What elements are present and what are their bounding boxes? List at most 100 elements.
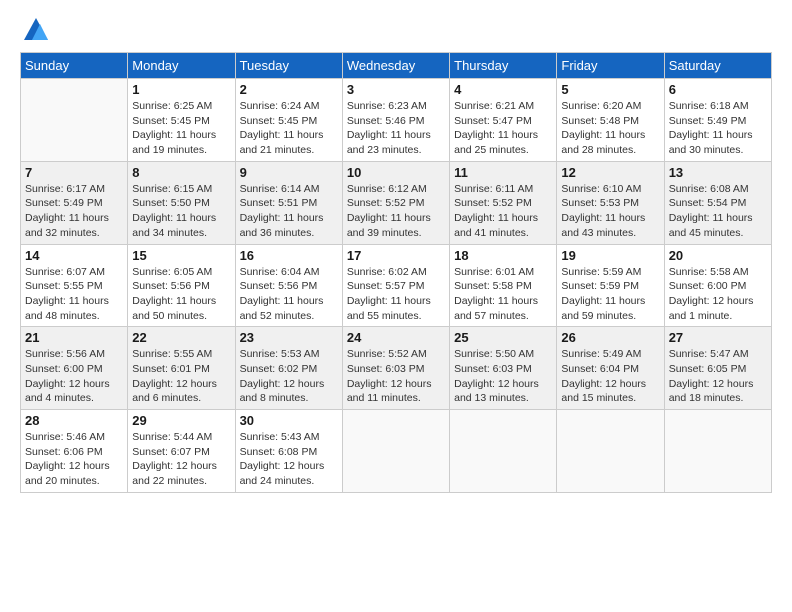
calendar-cell: 14 Sunrise: 6:07 AMSunset: 5:55 PMDayligh… — [21, 244, 128, 327]
day-info: Sunrise: 6:21 AMSunset: 5:47 PMDaylight:… — [454, 99, 552, 158]
logo — [20, 16, 50, 44]
day-number: 11 — [454, 165, 552, 180]
day-info: Sunrise: 6:18 AMSunset: 5:49 PMDaylight:… — [669, 99, 767, 158]
calendar-cell: 12 Sunrise: 6:10 AMSunset: 5:53 PMDayligh… — [557, 161, 664, 244]
calendar-cell — [450, 410, 557, 493]
day-number: 2 — [240, 82, 338, 97]
calendar-cell: 11 Sunrise: 6:11 AMSunset: 5:52 PMDayligh… — [450, 161, 557, 244]
weekday-header: Sunday — [21, 53, 128, 79]
calendar-week-row: 21 Sunrise: 5:56 AMSunset: 6:00 PMDayligh… — [21, 327, 772, 410]
day-info: Sunrise: 5:46 AMSunset: 6:06 PMDaylight:… — [25, 430, 123, 489]
weekday-header: Wednesday — [342, 53, 449, 79]
day-number: 17 — [347, 248, 445, 263]
day-info: Sunrise: 5:52 AMSunset: 6:03 PMDaylight:… — [347, 347, 445, 406]
day-number: 9 — [240, 165, 338, 180]
calendar-cell: 23 Sunrise: 5:53 AMSunset: 6:02 PMDayligh… — [235, 327, 342, 410]
day-info: Sunrise: 6:24 AMSunset: 5:45 PMDaylight:… — [240, 99, 338, 158]
calendar-cell: 21 Sunrise: 5:56 AMSunset: 6:00 PMDayligh… — [21, 327, 128, 410]
day-info: Sunrise: 6:01 AMSunset: 5:58 PMDaylight:… — [454, 265, 552, 324]
calendar-week-row: 7 Sunrise: 6:17 AMSunset: 5:49 PMDaylight… — [21, 161, 772, 244]
day-info: Sunrise: 6:12 AMSunset: 5:52 PMDaylight:… — [347, 182, 445, 241]
day-info: Sunrise: 6:05 AMSunset: 5:56 PMDaylight:… — [132, 265, 230, 324]
calendar-cell: 19Sunrise: 5:59 AMSunset: 5:59 PMDayligh… — [557, 244, 664, 327]
calendar-cell: 17 Sunrise: 6:02 AMSunset: 5:57 PMDayligh… — [342, 244, 449, 327]
weekday-header: Saturday — [664, 53, 771, 79]
day-number: 25 — [454, 330, 552, 345]
calendar-week-row: 28 Sunrise: 5:46 AMSunset: 6:06 PMDayligh… — [21, 410, 772, 493]
day-number: 26 — [561, 330, 659, 345]
day-number: 4 — [454, 82, 552, 97]
day-number: 14 — [25, 248, 123, 263]
calendar-cell: 18 Sunrise: 6:01 AMSunset: 5:58 PMDayligh… — [450, 244, 557, 327]
day-number: 23 — [240, 330, 338, 345]
calendar-cell: 24 Sunrise: 5:52 AMSunset: 6:03 PMDayligh… — [342, 327, 449, 410]
day-info: Sunrise: 5:43 AMSunset: 6:08 PMDaylight:… — [240, 430, 338, 489]
calendar-cell: 2 Sunrise: 6:24 AMSunset: 5:45 PMDaylight… — [235, 79, 342, 162]
calendar-cell: 20Sunrise: 5:58 AMSunset: 6:00 PMDayligh… — [664, 244, 771, 327]
day-number: 12 — [561, 165, 659, 180]
day-info: Sunrise: 6:25 AMSunset: 5:45 PMDaylight:… — [132, 99, 230, 158]
day-info: Sunrise: 5:44 AMSunset: 6:07 PMDaylight:… — [132, 430, 230, 489]
day-number: 16 — [240, 248, 338, 263]
day-info: Sunrise: 5:53 AMSunset: 6:02 PMDaylight:… — [240, 347, 338, 406]
logo-icon — [22, 16, 50, 44]
day-info: Sunrise: 6:08 AMSunset: 5:54 PMDaylight:… — [669, 182, 767, 241]
day-number: 10 — [347, 165, 445, 180]
calendar-cell — [557, 410, 664, 493]
day-info: Sunrise: 6:11 AMSunset: 5:52 PMDaylight:… — [454, 182, 552, 241]
day-number: 27 — [669, 330, 767, 345]
page: SundayMondayTuesdayWednesdayThursdayFrid… — [0, 0, 792, 503]
day-number: 18 — [454, 248, 552, 263]
day-number: 30 — [240, 413, 338, 428]
day-info: Sunrise: 6:10 AMSunset: 5:53 PMDaylight:… — [561, 182, 659, 241]
calendar-week-row: 14 Sunrise: 6:07 AMSunset: 5:55 PMDayligh… — [21, 244, 772, 327]
calendar-cell: 1 Sunrise: 6:25 AMSunset: 5:45 PMDaylight… — [128, 79, 235, 162]
day-info: Sunrise: 5:55 AMSunset: 6:01 PMDaylight:… — [132, 347, 230, 406]
calendar-cell: 16 Sunrise: 6:04 AMSunset: 5:56 PMDayligh… — [235, 244, 342, 327]
day-info: Sunrise: 5:50 AMSunset: 6:03 PMDaylight:… — [454, 347, 552, 406]
calendar-body: 1 Sunrise: 6:25 AMSunset: 5:45 PMDaylight… — [21, 79, 772, 493]
calendar-cell: 8 Sunrise: 6:15 AMSunset: 5:50 PMDaylight… — [128, 161, 235, 244]
calendar-cell: 6 Sunrise: 6:18 AMSunset: 5:49 PMDaylight… — [664, 79, 771, 162]
calendar-cell: 7 Sunrise: 6:17 AMSunset: 5:49 PMDaylight… — [21, 161, 128, 244]
day-info: Sunrise: 6:04 AMSunset: 5:56 PMDaylight:… — [240, 265, 338, 324]
header-row: SundayMondayTuesdayWednesdayThursdayFrid… — [21, 53, 772, 79]
day-info: Sunrise: 6:14 AMSunset: 5:51 PMDaylight:… — [240, 182, 338, 241]
day-number: 1 — [132, 82, 230, 97]
weekday-header: Thursday — [450, 53, 557, 79]
calendar-cell: 22 Sunrise: 5:55 AMSunset: 6:01 PMDayligh… — [128, 327, 235, 410]
day-info: Sunrise: 6:17 AMSunset: 5:49 PMDaylight:… — [25, 182, 123, 241]
day-number: 28 — [25, 413, 123, 428]
day-number: 24 — [347, 330, 445, 345]
weekday-header: Monday — [128, 53, 235, 79]
calendar-cell: 10 Sunrise: 6:12 AMSunset: 5:52 PMDayligh… — [342, 161, 449, 244]
header-area — [20, 16, 772, 44]
day-info: Sunrise: 6:02 AMSunset: 5:57 PMDaylight:… — [347, 265, 445, 324]
day-info: Sunrise: 6:07 AMSunset: 5:55 PMDaylight:… — [25, 265, 123, 324]
calendar-cell: 30 Sunrise: 5:43 AMSunset: 6:08 PMDayligh… — [235, 410, 342, 493]
calendar-cell: 4 Sunrise: 6:21 AMSunset: 5:47 PMDaylight… — [450, 79, 557, 162]
day-number: 22 — [132, 330, 230, 345]
calendar-cell: 15 Sunrise: 6:05 AMSunset: 5:56 PMDayligh… — [128, 244, 235, 327]
day-info: Sunrise: 6:20 AMSunset: 5:48 PMDaylight:… — [561, 99, 659, 158]
day-info: Sunrise: 5:47 AMSunset: 6:05 PMDaylight:… — [669, 347, 767, 406]
day-info: Sunrise: 6:15 AMSunset: 5:50 PMDaylight:… — [132, 182, 230, 241]
calendar-cell — [21, 79, 128, 162]
day-number: 7 — [25, 165, 123, 180]
day-number: 21 — [25, 330, 123, 345]
day-info: Sunrise: 5:56 AMSunset: 6:00 PMDaylight:… — [25, 347, 123, 406]
day-number: 8 — [132, 165, 230, 180]
day-number: 13 — [669, 165, 767, 180]
calendar-week-row: 1 Sunrise: 6:25 AMSunset: 5:45 PMDaylight… — [21, 79, 772, 162]
day-info: Sunrise: 5:58 AMSunset: 6:00 PMDaylight:… — [669, 265, 767, 324]
day-number: 6 — [669, 82, 767, 97]
calendar-cell: 29 Sunrise: 5:44 AMSunset: 6:07 PMDayligh… — [128, 410, 235, 493]
day-number: 29 — [132, 413, 230, 428]
day-number: 15 — [132, 248, 230, 263]
day-info: Sunrise: 5:49 AMSunset: 6:04 PMDaylight:… — [561, 347, 659, 406]
day-info: Sunrise: 6:23 AMSunset: 5:46 PMDaylight:… — [347, 99, 445, 158]
day-info: Sunrise: 5:59 AMSunset: 5:59 PMDaylight:… — [561, 265, 659, 324]
calendar-cell: 5Sunrise: 6:20 AMSunset: 5:48 PMDaylight… — [557, 79, 664, 162]
calendar-cell: 26 Sunrise: 5:49 AMSunset: 6:04 PMDayligh… — [557, 327, 664, 410]
weekday-header: Tuesday — [235, 53, 342, 79]
